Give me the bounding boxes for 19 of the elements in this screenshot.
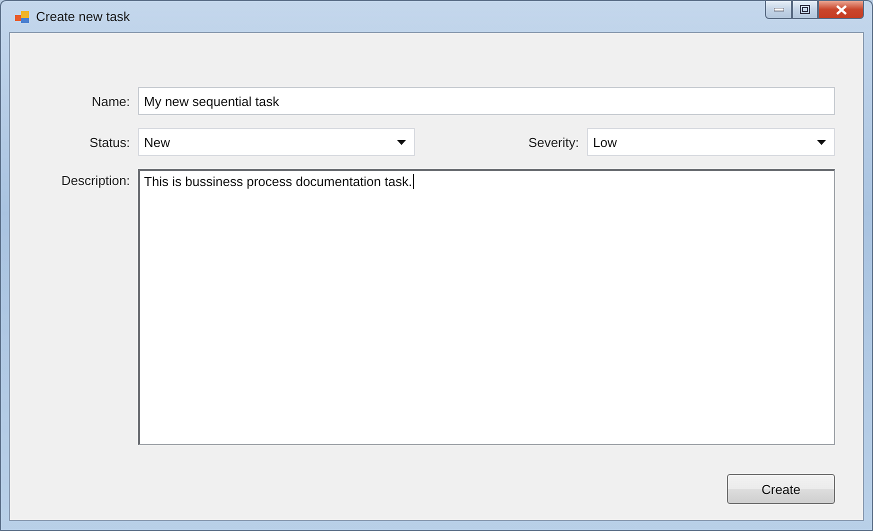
name-field[interactable]: My new sequential task bbox=[138, 87, 835, 115]
description-field[interactable]: This is bussiness process documentation task. bbox=[138, 169, 835, 445]
app-icon bbox=[15, 10, 30, 24]
minimize-icon bbox=[774, 8, 784, 12]
close-icon bbox=[836, 4, 846, 14]
minimize-button[interactable] bbox=[765, 0, 792, 19]
maximize-icon bbox=[800, 5, 810, 14]
maximize-button[interactable] bbox=[792, 0, 818, 19]
severity-dropdown[interactable]: Low bbox=[587, 128, 835, 156]
create-button[interactable]: Create bbox=[727, 474, 835, 504]
status-label: Status: bbox=[88, 134, 130, 150]
name-label: Name: bbox=[90, 94, 130, 108]
status-dropdown[interactable]: New bbox=[138, 128, 415, 156]
description-label: Description: bbox=[60, 172, 130, 188]
close-button[interactable] bbox=[818, 0, 864, 19]
window-title: Create new task bbox=[36, 9, 131, 24]
severity-label: Severity: bbox=[527, 134, 579, 150]
dropdown-arrow-icon bbox=[817, 140, 826, 144]
dropdown-arrow-icon bbox=[397, 140, 406, 144]
